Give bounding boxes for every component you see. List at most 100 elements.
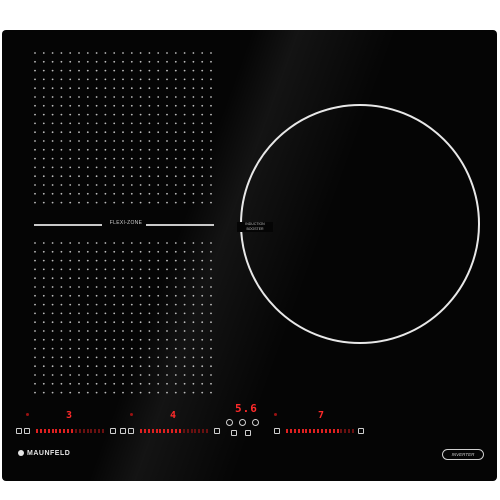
flexi-zone-dot <box>34 321 36 324</box>
flexi-zone-dot <box>201 140 204 142</box>
flexi-zone-dot <box>201 338 204 341</box>
flexi-zone-dot <box>192 347 195 350</box>
flexi-zone-dot <box>69 192 72 195</box>
flexi-zone-dot <box>139 113 142 116</box>
zone-1-select-icon[interactable] <box>24 428 30 434</box>
flexi-zone-dot <box>157 175 160 178</box>
zone-2-power-slider[interactable] <box>140 429 210 433</box>
flexi-zone-dot <box>34 347 36 350</box>
flexi-zone-dot <box>148 148 151 151</box>
slider-segment <box>102 429 105 433</box>
flexi-zone-dot <box>201 391 204 394</box>
slider-segment <box>43 429 46 433</box>
flexi-zone-dot <box>86 60 89 63</box>
flexi-zone-dot <box>122 374 124 376</box>
flexi-zone-dot <box>51 382 54 385</box>
pause-icon[interactable] <box>245 430 251 436</box>
flexi-zone-dot <box>122 96 124 98</box>
flexi-zone-dot <box>210 374 212 376</box>
flexi-zone-dot <box>86 184 89 186</box>
flexi-zone-dot <box>201 259 204 262</box>
flexi-zone-dot <box>166 250 168 253</box>
flexi-zone-dot <box>60 242 63 244</box>
timer-icon[interactable] <box>231 430 237 436</box>
lock-icon[interactable] <box>16 428 22 434</box>
flexi-zone-dot <box>51 104 54 107</box>
flexi-zone-dot <box>201 166 204 169</box>
flexi-zone-dot <box>210 365 212 368</box>
flexi-zone-dot <box>139 69 142 72</box>
flexi-zone-dot <box>60 250 63 253</box>
slider-segment <box>202 429 205 433</box>
flexi-zone-dot <box>130 104 133 107</box>
flexi-zone-dot <box>86 286 89 288</box>
flexi-zone-dot <box>60 157 63 160</box>
flexi-zone-dot <box>113 338 116 341</box>
flexi-zone-dot <box>130 347 133 350</box>
flexi-zone-dot <box>166 140 168 142</box>
flexi-zone-dot <box>210 140 212 142</box>
flexi-zone-dot <box>192 52 195 54</box>
zone-4-power-slider[interactable] <box>286 429 356 433</box>
flexi-zone-dot <box>201 52 204 54</box>
flexi-zone-dot <box>78 330 80 332</box>
flexi-zone-dot <box>122 330 124 332</box>
flexi-zone-dot <box>60 347 63 350</box>
brand-mark-icon <box>18 450 24 457</box>
flexi-zone-dot <box>95 356 98 359</box>
zone-1-boost-icon[interactable] <box>110 428 116 434</box>
flexi-zone-dot <box>148 382 151 385</box>
flexi-zone-dot <box>86 321 89 324</box>
flexi-zone-dot <box>192 259 195 262</box>
flexi-zone-dot <box>60 365 63 368</box>
flexi-zone-dot <box>69 69 72 72</box>
flexi-zone-dot <box>42 140 45 142</box>
induction-zone-ring <box>240 104 480 344</box>
flexi-zone-dot <box>130 286 133 288</box>
flexi-zone-dot <box>104 250 107 253</box>
flexi-zone-dot <box>174 104 177 107</box>
flexi-zone-dot <box>148 87 151 90</box>
zone-1-power-slider[interactable] <box>36 429 106 433</box>
flexi-zone-dot <box>51 268 54 271</box>
power-icon[interactable] <box>226 419 233 426</box>
flexi-zone-dot <box>157 268 160 271</box>
minus-icon[interactable] <box>239 419 246 426</box>
flexi-zone-dot <box>113 347 116 350</box>
zone-4-select-icon[interactable] <box>274 428 280 434</box>
flexi-zone-dot <box>86 259 89 262</box>
flexi-zone-dot <box>60 268 63 271</box>
flexi-zone-dot <box>34 140 36 142</box>
flexi-zone-dot <box>166 321 168 324</box>
flexi-zone-dot <box>157 113 160 116</box>
flexi-zone-dot <box>148 277 151 280</box>
flexi-zone-dot <box>183 201 186 204</box>
flexi-zone-dot <box>210 192 212 195</box>
flexi-zone-dot <box>174 60 177 63</box>
flexi-zone-dot <box>34 242 36 244</box>
flexi-zone-dot <box>192 374 195 376</box>
flexi-zone-dot <box>139 382 142 385</box>
plus-icon[interactable] <box>252 419 259 426</box>
zone-2-boost-icon[interactable] <box>214 428 220 434</box>
zone-4-boost-icon[interactable] <box>358 428 364 434</box>
flexi-zone-dot <box>166 131 168 134</box>
flexi-zone-dot <box>210 104 212 107</box>
flexi-zone-dot <box>148 113 151 116</box>
zone-2-mode-icon[interactable] <box>128 428 134 434</box>
slider-segment <box>328 429 331 433</box>
flexi-zone-dot <box>122 277 124 280</box>
flexi-zone-dot <box>139 122 142 125</box>
flexi-zone-dot <box>183 157 186 160</box>
flexi-zone-dot <box>104 347 107 350</box>
zone-2-select-icon[interactable] <box>120 428 126 434</box>
flexi-zone-dot <box>42 391 45 394</box>
flexi-zone-dot <box>139 277 142 280</box>
flexi-zone-dot <box>42 321 45 324</box>
flexi-zone-dot <box>210 87 212 90</box>
flexi-zone-dot <box>201 347 204 350</box>
flexi-zone-dot <box>201 157 204 160</box>
flexi-zone-dot <box>69 303 72 306</box>
flexi-zone-dot <box>139 356 142 359</box>
flexi-zone-dot <box>130 374 133 376</box>
